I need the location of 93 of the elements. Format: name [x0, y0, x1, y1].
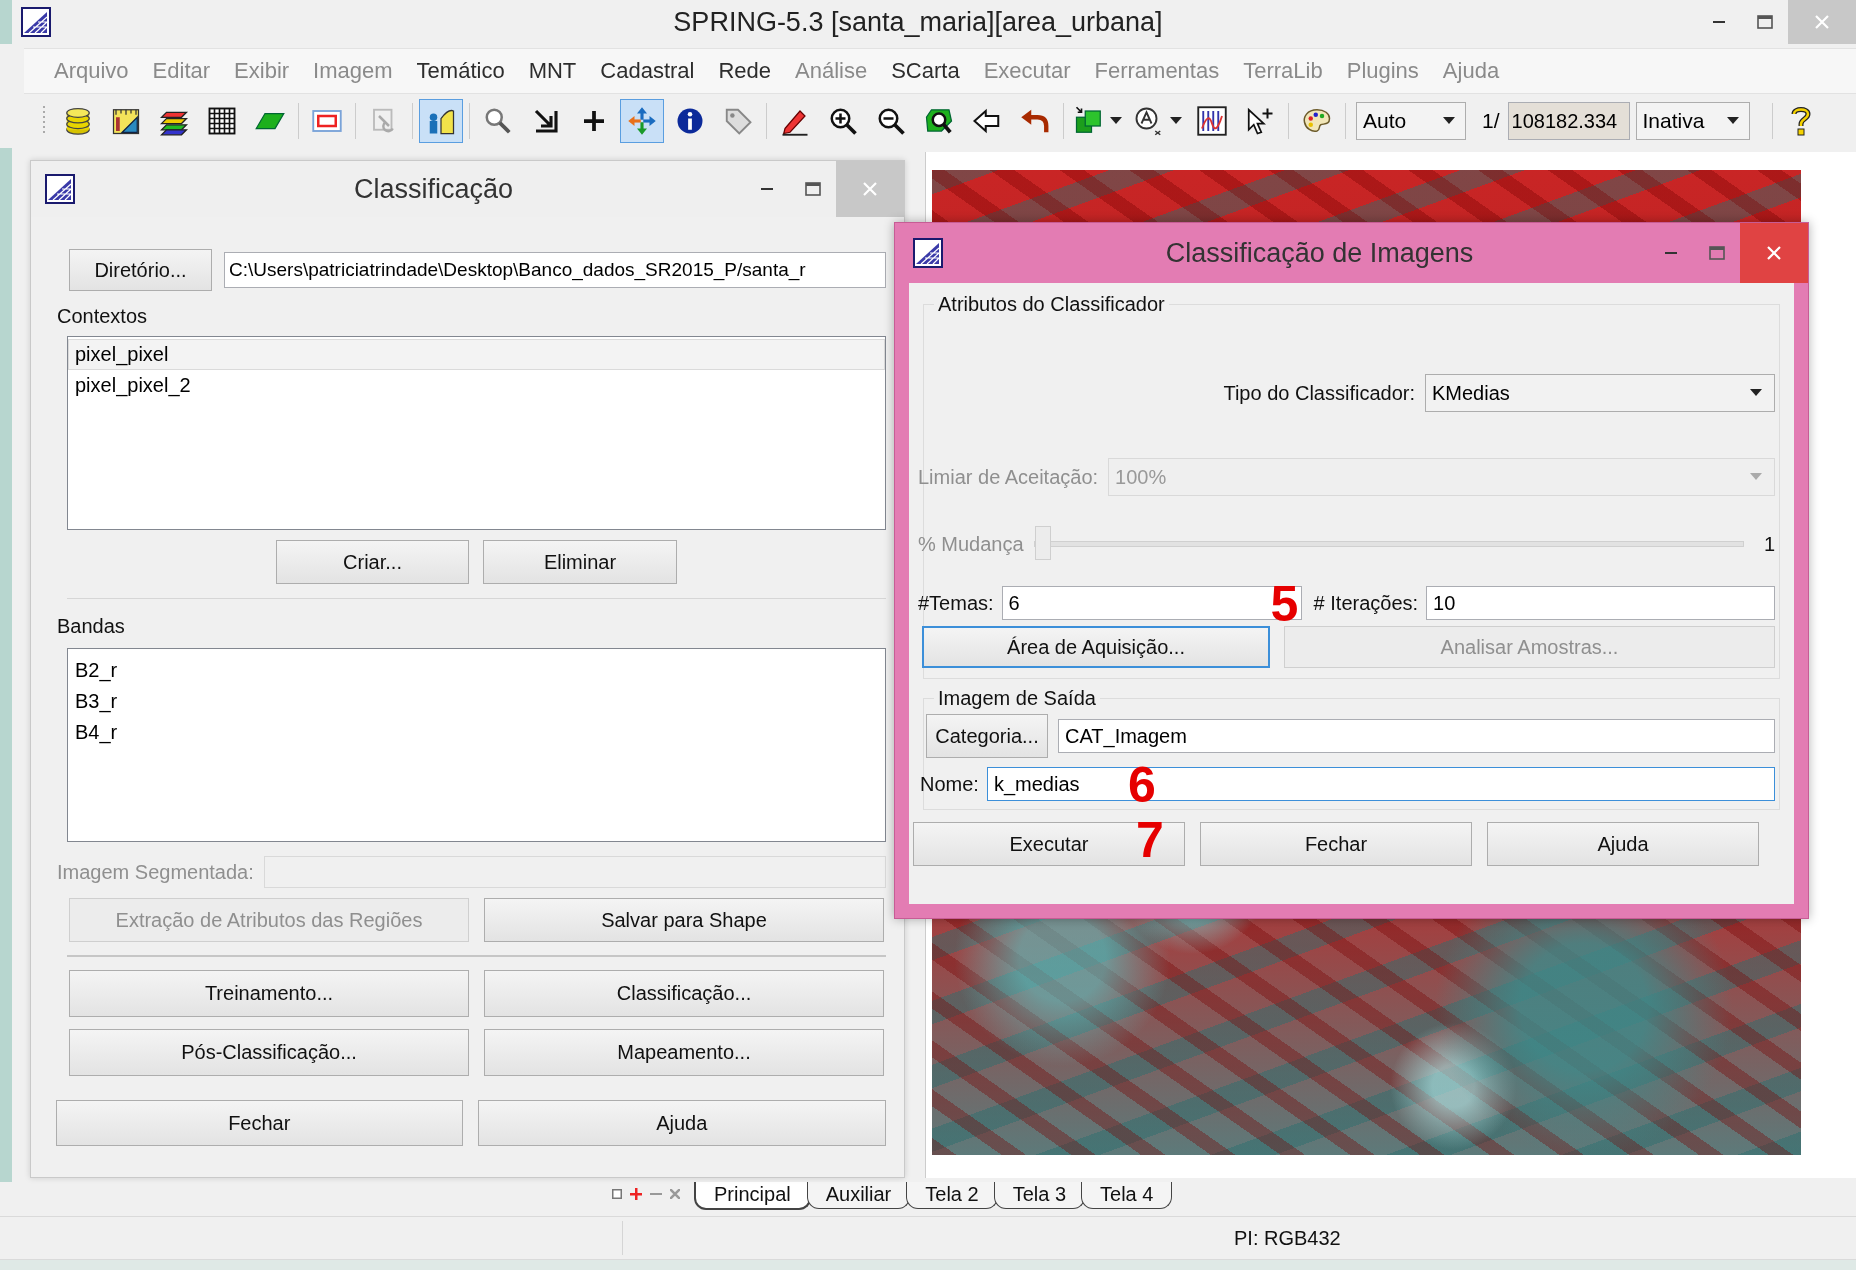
scale-prefix: 1/ [1482, 109, 1500, 133]
caret-icon [1750, 389, 1762, 397]
section-label: Bandas [57, 615, 126, 638]
process-button[interactable]: Classificação... [484, 970, 884, 1017]
dialog-title: Classificação [352, 173, 515, 205]
field-label: Tipo do Classificador: [1223, 381, 1415, 405]
themes-field[interactable]: 6 5 [1001, 586, 1302, 620]
directory-path-field[interactable]: C:\Users\patriciatrindade\Desktop\Banco_dados_SR2015_P/santa_r [224, 252, 886, 288]
name-field[interactable]: k_medias 6 [986, 767, 1775, 801]
caret-icon [1443, 117, 1455, 125]
list-item[interactable]: B4_r [68, 717, 885, 748]
circle-label-icon [1134, 106, 1164, 136]
app-icon [21, 7, 51, 37]
app-icon [45, 174, 75, 204]
toolbar-button[interactable] [419, 99, 463, 143]
status-text: PI: RGB432 [1234, 1226, 1341, 1250]
field-label: % Mudança [918, 532, 1024, 556]
process-button[interactable]: Treinamento... [69, 970, 469, 1017]
dialog-button[interactable]: Executar 7 [913, 822, 1185, 866]
category-button[interactable]: Categoria... [926, 714, 1048, 758]
dialog-button[interactable]: Ajuda [1487, 822, 1759, 866]
close-dialog-button[interactable]: Fechar [56, 1100, 463, 1146]
minimize-icon [1665, 252, 1677, 254]
maximize-icon [805, 182, 821, 196]
menu-item[interactable]: Rede [706, 58, 784, 84]
contexts-list[interactable]: pixel_pixel pixel_pixel_2 [67, 336, 886, 530]
process-button[interactable]: Pós-Classificação... [69, 1029, 469, 1076]
menu-item[interactable]: MNT [516, 58, 589, 84]
grid-icon [207, 106, 237, 136]
minimize-icon [761, 188, 773, 190]
slider-value: 1 [1763, 532, 1775, 556]
list-item[interactable]: B3_r [68, 686, 885, 717]
category-field[interactable]: CAT_Imagem [1058, 719, 1775, 753]
close-icon [1814, 14, 1830, 30]
action-button[interactable]: Salvar para Shape [484, 898, 884, 942]
minus-icon [650, 1193, 662, 1195]
cursor-plus-icon [1245, 106, 1275, 136]
field-label: # Iterações: [1313, 591, 1419, 615]
menu-item[interactable]: Cadastral [588, 58, 707, 84]
dialog-title: Classificação de Imagens [1164, 237, 1475, 269]
field-label: Imagem Segmentada: [57, 860, 254, 884]
list-item[interactable]: B2_r [68, 655, 885, 686]
move-arrows-icon [627, 106, 657, 136]
field-label: Nome: [920, 772, 979, 796]
directory-button[interactable]: Diretório... [69, 249, 212, 291]
cross-icon [670, 1189, 680, 1199]
field-label: #Temas: [918, 591, 994, 615]
group-title: Imagem de Saída [937, 687, 1097, 710]
tag-icon [723, 106, 753, 136]
left-arrow-icon [972, 106, 1002, 136]
group-title: Atributos do Classificador [937, 293, 1166, 316]
app-icon [913, 238, 943, 268]
help-dialog-button[interactable]: Ajuda [477, 1100, 886, 1146]
info-icon [675, 106, 705, 136]
minimize-icon [1713, 21, 1725, 23]
search-icon [483, 106, 513, 136]
scale-field[interactable]: 108182.334 [1507, 102, 1630, 140]
create-button[interactable]: Criar... [276, 540, 469, 584]
zoom-in-icon [828, 106, 858, 136]
squares-icon [1074, 106, 1104, 136]
square-icon [612, 1189, 622, 1199]
list-item[interactable]: pixel_pixel_2 [68, 370, 885, 401]
caret-icon [1750, 473, 1762, 481]
list-item[interactable]: pixel_pixel [68, 339, 885, 370]
help-icon [1789, 105, 1812, 137]
view-tab[interactable]: Tela 2 [906, 1182, 998, 1209]
cursor-mode-dropdown[interactable]: Inativa [1635, 102, 1750, 140]
maximize-icon [1757, 15, 1773, 29]
classifier-type-dropdown[interactable]: KMedias [1425, 374, 1775, 412]
menu-item[interactable]: SCarta [879, 58, 972, 84]
histogram-icon [1197, 106, 1227, 136]
window-title: SPRING-5.3 [santa_maria][area_urbana] [672, 6, 1164, 38]
scale-mode-dropdown[interactable]: Auto [1356, 102, 1466, 140]
view-tab[interactable]: Tela 4 [1081, 1182, 1173, 1209]
close-icon [862, 181, 878, 197]
process-button[interactable]: Mapeamento... [484, 1029, 884, 1076]
field-label: Limiar de Aceitação: [918, 465, 1099, 489]
maximize-icon [1709, 246, 1725, 260]
section-label: Contextos [57, 305, 149, 328]
caret-icon [1726, 117, 1739, 125]
menu-item[interactable]: Temático [404, 58, 517, 84]
zoom-out-icon [876, 106, 906, 136]
acquisition-button[interactable]: Área de Aquisição... [922, 626, 1270, 668]
view-tab[interactable]: Principal [694, 1182, 811, 1210]
polygon-zoom-icon [924, 106, 954, 136]
iterations-field[interactable]: 10 [1426, 586, 1775, 620]
close-icon [1766, 245, 1782, 261]
delete-button[interactable]: Eliminar [483, 540, 677, 584]
plus-icon [630, 1188, 642, 1200]
database-icon [63, 106, 93, 136]
dialog-button[interactable]: Fechar [1200, 822, 1472, 866]
segmented-image-field[interactable] [263, 856, 886, 888]
bands-list[interactable]: B2_r B3_r B4_r [67, 648, 886, 842]
